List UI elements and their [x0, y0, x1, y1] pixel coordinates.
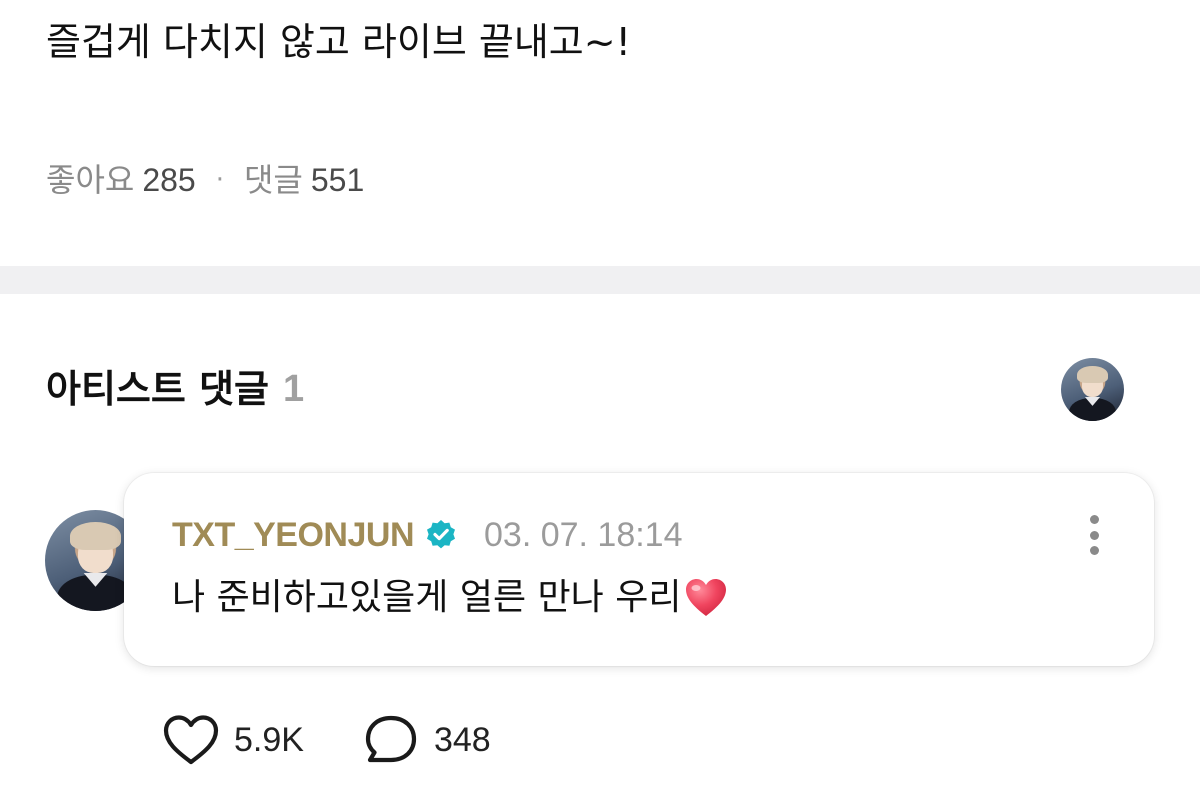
section-divider [0, 266, 1200, 294]
comment-text-content: 나 준비하고있을게 얼른 만나 우리 [172, 577, 682, 618]
comments-stat[interactable]: 댓글 551 [244, 160, 364, 200]
artist-avatar-filter[interactable] [1061, 358, 1124, 421]
heart-outline-icon [162, 712, 220, 768]
like-count: 5.9K [234, 720, 304, 759]
reply-button[interactable]: 348 [362, 712, 491, 768]
heart-emoji-icon [683, 576, 729, 620]
comment-actions: 5.9K 348 [162, 712, 491, 768]
more-options-button[interactable] [1082, 513, 1106, 557]
artist-comment-card[interactable]: TXT_YEONJUN 03. 07. 18:14 나 준비하고있을게 얼른 만… [124, 473, 1154, 666]
comment-text: 나 준비하고있을게 얼른 만나 우리 [172, 573, 729, 623]
likes-stat[interactable]: 좋아요 285 [46, 160, 196, 200]
comment-timestamp: 03. 07. 18:14 [484, 515, 683, 554]
post-body-text: 즐겁게 다치지 않고 라이브 끝내고~! [46, 20, 631, 64]
speech-bubble-icon [362, 712, 420, 768]
reply-count: 348 [433, 720, 491, 759]
post-stats: 좋아요 285 · 댓글 551 [46, 160, 364, 200]
stats-separator: · [215, 165, 224, 195]
artist-comments-count: 1 [283, 368, 305, 410]
comment-author-name[interactable]: TXT_YEONJUN [172, 516, 415, 555]
comments-label: 댓글 [243, 161, 303, 199]
verified-badge-icon [424, 518, 458, 552]
likes-label: 좋아요 [46, 161, 135, 199]
artist-comments-header: 아티스트 댓글 1 [46, 364, 304, 414]
more-vertical-icon [1089, 515, 1099, 524]
comment-header: TXT_YEONJUN 03. 07. 18:14 [172, 513, 683, 557]
comments-count: 551 [310, 162, 365, 198]
likes-count: 285 [142, 162, 196, 198]
artist-comments-title: 아티스트 댓글 [46, 367, 269, 411]
like-button[interactable]: 5.9K [162, 712, 304, 768]
